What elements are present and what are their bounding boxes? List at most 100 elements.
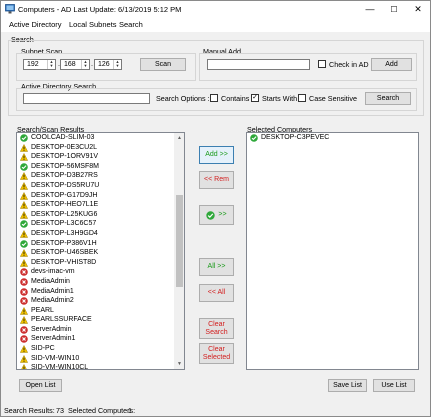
save-list-button[interactable]: Save List [328, 379, 367, 392]
result-item-name: DESKTOP-L3H9GD4 [31, 229, 98, 237]
remove-selected-button[interactable]: << Rem [199, 171, 234, 189]
result-list-item[interactable]: SID-VM-WIN10CL [17, 363, 184, 369]
yellow-warning-triangle-icon [20, 153, 28, 161]
result-item-name: SID-PC [31, 345, 55, 353]
scan-button[interactable]: Scan [140, 58, 186, 71]
use-list-button[interactable]: Use List [373, 379, 415, 392]
result-list-item[interactable]: PEARL [17, 306, 184, 316]
yellow-warning-triangle-icon [20, 345, 28, 353]
result-list-item[interactable]: MediaAdmin1 [17, 287, 184, 297]
result-list-item[interactable]: DESKTOP-L3H9GD4 [17, 229, 184, 239]
result-list-item[interactable]: MediaAdmin2 [17, 296, 184, 306]
result-item-name: ServerAdmin [31, 325, 72, 333]
result-list-item[interactable]: DESKTOP-56MSF8M [17, 162, 184, 172]
result-list-item[interactable]: MediaAdmin [17, 277, 184, 287]
results-scroll-thumb[interactable] [176, 195, 183, 287]
yellow-warning-triangle-icon [20, 354, 28, 363]
result-item-name: DESKTOP-P386V1H [31, 239, 97, 247]
results-scrollbar[interactable]: ▲ ▼ [174, 133, 184, 369]
scroll-down-icon[interactable]: ▼ [177, 361, 182, 367]
result-item-name: DESKTOP-VHIST8D [31, 258, 97, 266]
close-button[interactable]: ✕ [406, 1, 430, 18]
result-item-name: DESKTOP-U46SBEK [31, 249, 99, 257]
add-selected-button[interactable]: Add >> [199, 146, 234, 164]
octet-3-input[interactable]: 126 ▲ ▼ [94, 59, 122, 70]
result-list-item[interactable]: SID-VM-WIN10 [17, 354, 184, 364]
add-ok-button[interactable]: >> [199, 205, 234, 225]
result-list-item[interactable]: DESKTOP-0E3CU2L [17, 143, 184, 153]
open-list-button[interactable]: Open List [19, 379, 62, 392]
result-list-item[interactable]: ServerAdmin [17, 325, 184, 335]
result-list-item[interactable]: DESKTOP-D3B27RS [17, 171, 184, 181]
octet-3-spinner[interactable]: ▲ ▼ [113, 60, 121, 69]
starts-with-checkbox[interactable]: ✓ [251, 94, 259, 102]
menu-search[interactable]: Search [119, 20, 143, 29]
selected-listbox[interactable]: DESKTOP-C3PEVEC [246, 132, 419, 370]
check-in-ad-label: Check in AD [329, 60, 369, 69]
green-check-circle-icon [250, 134, 258, 142]
results-rows: COOLCAD-SLIM-03 DESKTOP-0E3CU2L DESKTOP-1O… [17, 133, 184, 369]
result-list-item[interactable]: DESKTOP-L25KUG6 [17, 210, 184, 220]
yellow-warning-triangle-icon [20, 181, 28, 190]
result-list-item[interactable]: DESKTOP-G17D9JH [17, 191, 184, 201]
window-title: Computers - AD Last Update: 6/13/2019 5:… [18, 5, 182, 14]
add-button[interactable]: Add [371, 58, 412, 71]
result-list-item[interactable]: DESKTOP-1ORV91V [17, 152, 184, 162]
octet-2-input[interactable]: 168 ▲ ▼ [60, 59, 90, 70]
red-x-circle-icon [20, 278, 28, 286]
result-item-name: SID-VM-WIN10 [31, 354, 80, 362]
yellow-warning-triangle-icon [20, 249, 28, 257]
result-item-name: DESKTOP-1ORV91V [31, 153, 99, 161]
menu-local-subnets[interactable]: Local Subnets [69, 20, 117, 29]
result-list-item[interactable]: DESKTOP-VHIST8D [17, 258, 184, 268]
minimize-button[interactable]: — [358, 1, 382, 18]
yellow-warning-triangle-icon [20, 229, 28, 238]
scroll-up-icon[interactable]: ▲ [177, 135, 182, 141]
result-list-item[interactable]: DESKTOP-U46SBEK [17, 248, 184, 258]
yellow-warning-triangle-icon [20, 201, 28, 209]
result-item-name: COOLCAD-SLIM-03 [31, 134, 95, 141]
result-list-item[interactable]: DESKTOP-DS5RU7U [17, 181, 184, 191]
contains-checkbox[interactable] [210, 94, 218, 102]
octet-2-spinner[interactable]: ▲ ▼ [81, 60, 89, 69]
maximize-button[interactable]: ☐ [382, 1, 406, 18]
octet-1-spinner[interactable]: ▲ ▼ [47, 60, 55, 69]
result-item-name: DESKTOP-D3B27RS [31, 172, 98, 180]
result-item-name: devs-imac-vm [31, 268, 75, 276]
result-list-item[interactable]: SID-PC [17, 344, 184, 354]
selected-count: 1 [128, 406, 132, 415]
green-check-circle-icon [20, 239, 28, 248]
yellow-warning-triangle-icon [20, 191, 28, 200]
selected-rows: DESKTOP-C3PEVEC [247, 133, 418, 143]
result-list-item[interactable]: COOLCAD-SLIM-03 [17, 133, 184, 143]
manual-add-input[interactable] [207, 59, 310, 70]
result-item-name: DESKTOP-56MSF8M [31, 162, 99, 170]
result-list-item[interactable]: DESKTOP-HEO7L1E [17, 200, 184, 210]
octet-1-input[interactable]: 192 ▲ ▼ [23, 59, 56, 70]
clear-search-button[interactable]: Clear Search [199, 318, 234, 339]
clear-selected-button[interactable]: Clear Selected [199, 343, 234, 364]
result-list-item[interactable]: ServerAdmin1 [17, 334, 184, 344]
remove-all-button[interactable]: << All [199, 284, 234, 302]
yellow-warning-triangle-icon [20, 316, 28, 324]
result-list-item[interactable]: devs-imac-vm [17, 267, 184, 277]
case-sensitive-checkbox[interactable] [298, 94, 306, 102]
result-item-name: DESKTOP-L25KUG6 [31, 210, 98, 218]
result-list-item[interactable]: PEARLSSURFACE [17, 315, 184, 325]
search-button[interactable]: Search [365, 92, 411, 105]
menu-active-directory[interactable]: Active Directory [9, 20, 62, 29]
result-item-name: DESKTOP-DS5RU7U [31, 181, 100, 189]
add-all-button[interactable]: All >> [199, 258, 234, 276]
green-check-circle-icon [20, 162, 28, 171]
results-listbox[interactable]: COOLCAD-SLIM-03 DESKTOP-0E3CU2L DESKTOP-1O… [16, 132, 185, 370]
selected-list-item[interactable]: DESKTOP-C3PEVEC [247, 133, 418, 143]
selected-item-name: DESKTOP-C3PEVEC [261, 134, 330, 141]
red-x-circle-icon [20, 335, 28, 344]
yellow-warning-triangle-icon [20, 143, 28, 152]
result-list-item[interactable]: DESKTOP-P386V1H [17, 239, 184, 249]
check-in-ad-checkbox[interactable] [318, 60, 326, 68]
result-item-name: DESKTOP-L3C6C57 [31, 220, 97, 228]
ad-search-input[interactable] [23, 93, 150, 104]
starts-with-label: Starts With [262, 94, 298, 103]
result-list-item[interactable]: DESKTOP-L3C6C57 [17, 219, 184, 229]
